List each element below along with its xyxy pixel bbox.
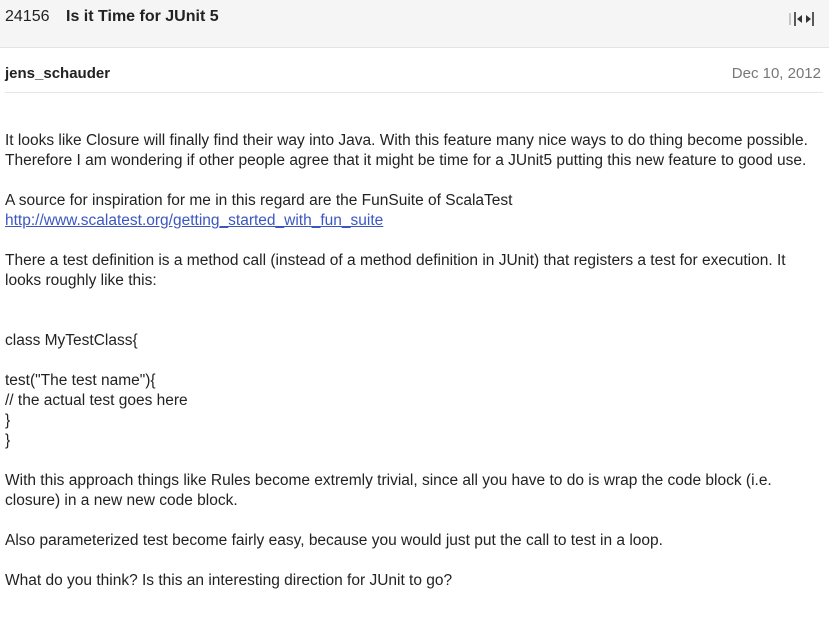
thread-id: 24156: [5, 8, 50, 25]
thread-title[interactable]: Is it Time for JUnit 5: [66, 8, 219, 26]
code-line: }: [5, 412, 11, 429]
post-date: Dec 10, 2012: [731, 65, 821, 82]
paragraph-parameterized: Also parameterized test become fairly ea…: [5, 532, 663, 549]
code-line: }: [5, 432, 11, 449]
post-body: It looks like Closure will finally find …: [5, 131, 823, 611]
code-line: test("The test name"){: [5, 372, 156, 389]
scalatest-link[interactable]: http://www.scalatest.org/getting_started…: [5, 212, 383, 229]
paragraph-definition: There a test definition is a method call…: [5, 252, 786, 289]
paragraph-rules: With this approach things like Rules bec…: [5, 472, 772, 509]
inspiration-text: A source for inspiration for me in this …: [5, 192, 513, 209]
code-line: // the actual test goes here: [5, 392, 188, 409]
paragraph-inspiration: A source for inspiration for me in this …: [5, 191, 823, 231]
post-meta: jens_schauder Dec 10, 2012: [5, 50, 823, 93]
author-name[interactable]: jens_schauder: [5, 65, 110, 82]
expand-button[interactable]: [786, 8, 822, 30]
paragraph-intro: It looks like Closure will finally find …: [5, 132, 808, 169]
thread-header: 24156 Is it Time for JUnit 5: [0, 0, 829, 48]
code-line: class MyTestClass{: [5, 332, 138, 349]
expand-horizontal-icon: [789, 12, 814, 26]
code-block: class MyTestClass{ test("The test name")…: [5, 331, 823, 451]
paragraph-question: What do you think? Is this an interestin…: [5, 572, 453, 589]
